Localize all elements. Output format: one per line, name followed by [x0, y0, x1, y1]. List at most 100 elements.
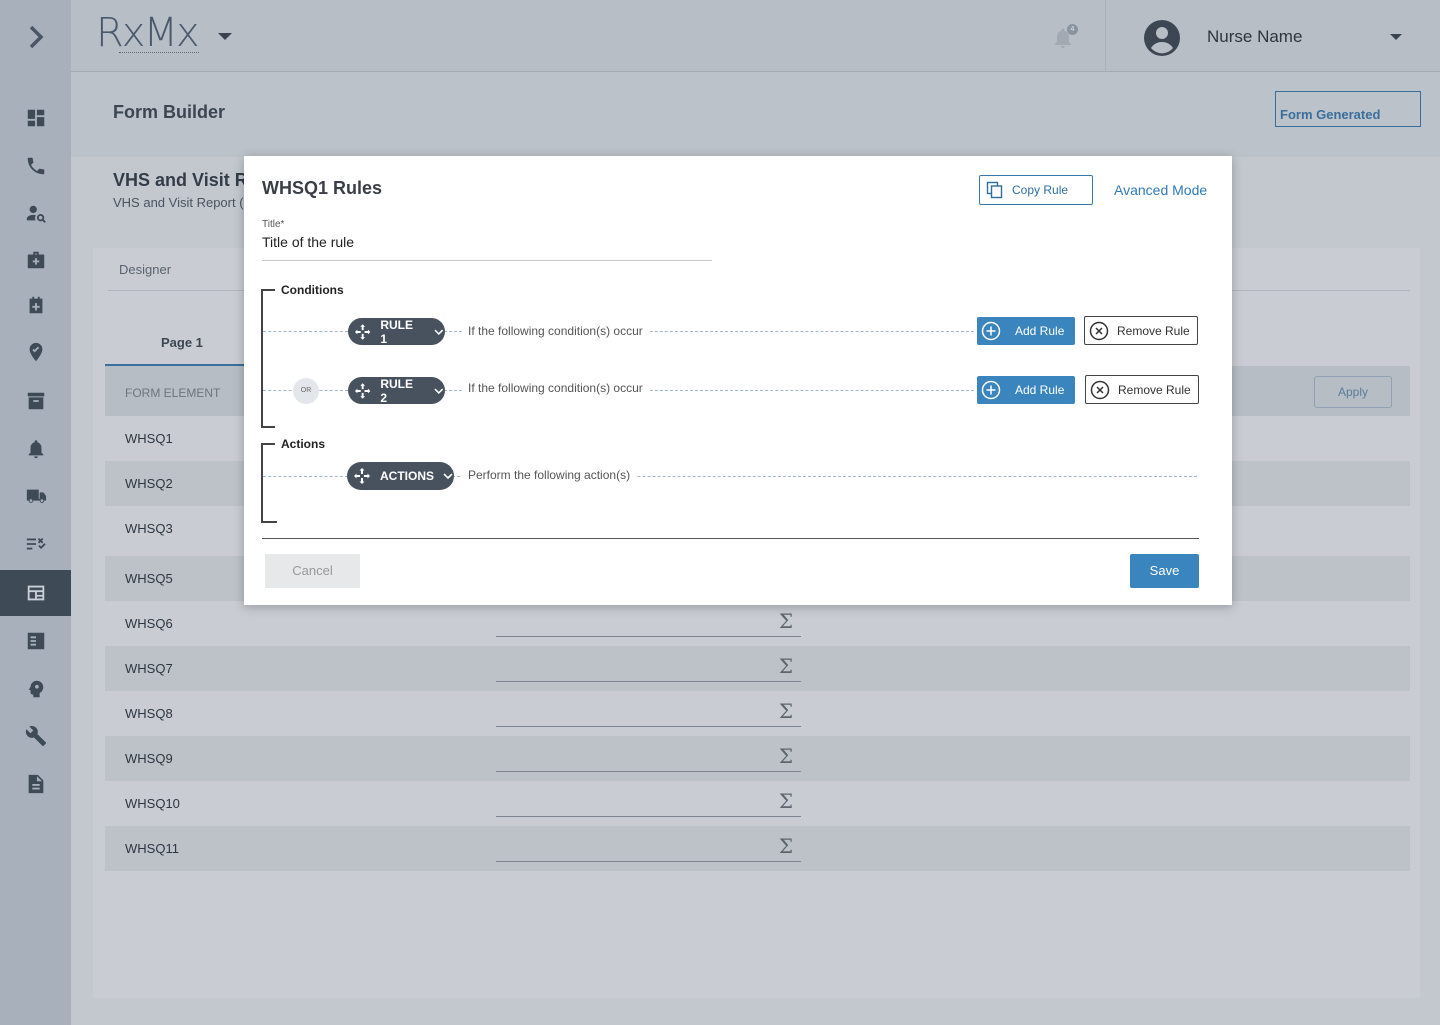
table-row[interactable]: WHSQ11 Σ [105, 826, 1410, 871]
remove-rule-button[interactable]: Remove Rule [1085, 375, 1199, 404]
app-logo[interactable]: RxMx [96, 10, 200, 56]
chevron-down-icon[interactable] [1390, 34, 1402, 40]
bell-icon [28, 440, 43, 459]
sidebar-item-appointments[interactable] [0, 282, 71, 328]
remove-rule-label: Remove Rule [1117, 323, 1190, 338]
formula-input[interactable]: Σ [496, 607, 801, 637]
sigma-icon[interactable]: Σ [779, 609, 793, 633]
row-label: WHSQ6 [125, 616, 173, 631]
formula-input[interactable]: Σ [496, 652, 801, 682]
checklist-icon [26, 537, 46, 550]
sidebar-item-medical[interactable] [0, 237, 71, 283]
sidebar-item-checklist[interactable] [0, 521, 71, 567]
sigma-icon[interactable]: Σ [779, 789, 793, 813]
close-circle-icon [1090, 380, 1110, 399]
add-rule-button[interactable]: Add Rule [977, 376, 1075, 404]
advanced-mode-link[interactable]: Avanced Mode [1114, 182, 1207, 198]
copy-icon [986, 181, 1003, 199]
logo-tagline [119, 52, 199, 54]
formula-input[interactable]: Σ [496, 742, 801, 772]
add-rule-label: Add Rule [1015, 383, 1065, 397]
formula-input[interactable]: Σ [496, 832, 801, 862]
header-divider [1105, 0, 1106, 72]
title-field-label: Title* [262, 219, 285, 230]
sidebar-item-patient-search[interactable] [0, 191, 71, 237]
apply-button[interactable]: Apply [1314, 376, 1392, 408]
wrench-icon [25, 726, 46, 747]
document-icon [28, 774, 43, 794]
page-title-bar: Form Builder Form Generated [71, 72, 1440, 157]
sigma-icon[interactable]: Σ [779, 744, 793, 768]
drag-move-icon[interactable] [354, 382, 371, 400]
table-row[interactable]: WHSQ7 Σ [105, 646, 1410, 691]
archive-icon [27, 392, 44, 410]
table-row[interactable]: WHSQ6 Σ [105, 601, 1410, 646]
rule-connector [263, 331, 348, 332]
sidebar [0, 0, 71, 1025]
rule-1-pill[interactable]: RULE 1 [348, 318, 445, 346]
remove-rule-button[interactable]: Remove Rule [1084, 316, 1198, 345]
title-field[interactable]: Title of the rule [262, 232, 712, 261]
remove-rule-label: Remove Rule [1118, 382, 1191, 397]
table-row[interactable]: WHSQ10 Σ [105, 781, 1410, 826]
sidebar-item-archive[interactable] [0, 378, 71, 424]
chevron-right-icon[interactable] [22, 22, 50, 52]
row-label: WHSQ1 [125, 431, 173, 446]
sidebar-item-documents[interactable] [0, 761, 71, 807]
sidebar-item-dashboard[interactable] [0, 95, 71, 141]
actions-bracket-bottom [261, 521, 277, 523]
rule-2-pill[interactable]: RULE 2 [348, 376, 445, 405]
sidebar-item-locations[interactable] [0, 329, 71, 375]
tab-designer[interactable]: Designer [119, 262, 171, 277]
actions-text: Perform the following action(s) [462, 468, 637, 482]
rule-2-label: RULE 2 [380, 376, 413, 405]
row-label: WHSQ5 [125, 571, 173, 586]
sidebar-item-alerts[interactable] [0, 426, 71, 472]
sidebar-item-delivery[interactable] [0, 473, 71, 519]
tab-page-1[interactable]: Page 1 [105, 320, 255, 366]
chevron-down-icon[interactable] [433, 326, 445, 338]
user-name[interactable]: Nurse Name [1207, 27, 1302, 47]
form-icon [27, 585, 44, 601]
table-row[interactable]: WHSQ8 Σ [105, 691, 1410, 736]
row-label: WHSQ10 [125, 796, 180, 811]
conditions-bracket-bottom [261, 426, 275, 428]
drag-move-icon[interactable] [354, 323, 371, 341]
formula-input[interactable]: Σ [496, 697, 801, 727]
form-generated-button[interactable]: Form Generated [1275, 91, 1421, 127]
conditions-bracket-top [261, 289, 275, 291]
or-operator-chip[interactable]: OR [293, 378, 319, 404]
sigma-icon[interactable]: Σ [779, 834, 793, 858]
sidebar-item-insights[interactable] [0, 666, 71, 712]
cancel-button[interactable]: Cancel [265, 554, 360, 588]
sigma-icon[interactable]: Σ [779, 654, 793, 678]
caret-down-icon[interactable] [218, 33, 232, 40]
sidebar-item-form-builder[interactable] [0, 570, 71, 616]
condition-text: If the following condition(s) occur [462, 381, 649, 395]
modal-divider [262, 538, 1199, 539]
row-label: WHSQ7 [125, 661, 173, 676]
row-label: WHSQ9 [125, 751, 173, 766]
dashboard-icon [27, 109, 44, 127]
copy-rule-button[interactable]: Copy Rule [979, 175, 1093, 205]
add-rule-button[interactable]: Add Rule [977, 317, 1075, 345]
table-row[interactable]: WHSQ9 Σ [105, 736, 1410, 781]
chevron-down-icon[interactable] [442, 470, 454, 482]
page-title: Form Builder [113, 102, 226, 122]
top-header: RxMx 4 Nurse Name [71, 0, 1440, 72]
save-button[interactable]: Save [1130, 554, 1199, 588]
sidebar-item-tasks[interactable] [0, 618, 71, 664]
conditions-bracket [261, 289, 263, 428]
sidebar-item-calls[interactable] [0, 143, 71, 189]
sigma-icon[interactable]: Σ [779, 699, 793, 723]
actions-pill[interactable]: ACTIONS [347, 462, 454, 490]
notification-badge: 4 [1067, 24, 1078, 35]
actions-bracket-top [261, 443, 275, 445]
sidebar-item-settings[interactable] [0, 713, 71, 759]
formula-input[interactable]: Σ [496, 787, 801, 817]
user-avatar-icon[interactable] [1144, 20, 1180, 56]
chevron-down-icon[interactable] [433, 385, 445, 397]
row-label: WHSQ3 [125, 521, 173, 536]
location-pin-icon [29, 342, 42, 362]
drag-move-icon[interactable] [353, 467, 371, 485]
